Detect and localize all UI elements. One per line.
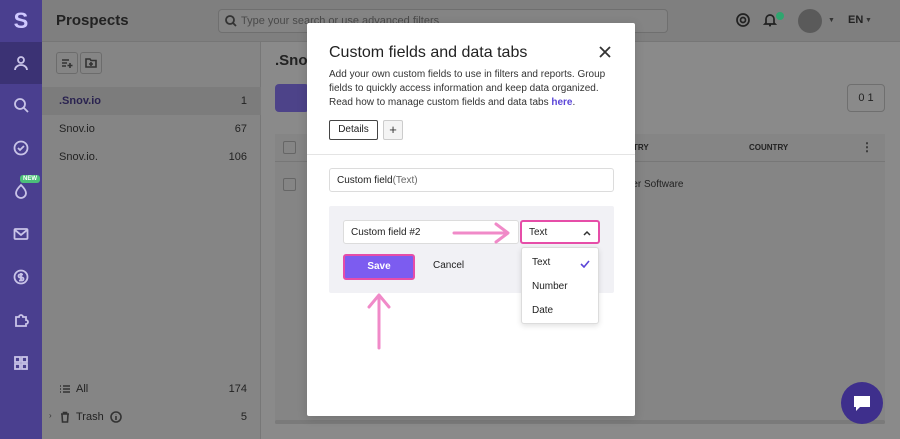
prospects-icon[interactable] xyxy=(0,42,42,84)
page-title: Prospects xyxy=(56,12,129,29)
row-checkbox[interactable] xyxy=(283,178,296,191)
drip-icon[interactable] xyxy=(0,170,42,212)
panel-toolbar xyxy=(56,52,104,77)
chevron-down-icon[interactable]: ▼ xyxy=(828,17,835,24)
tab-details[interactable]: Details xyxy=(329,120,378,140)
custom-field-label: Custom field(Text) xyxy=(337,175,418,186)
selection-count[interactable]: 0 1 xyxy=(847,84,885,112)
field-type-select[interactable]: Text xyxy=(520,220,600,244)
modal-description: Add your own custom fields to use in fil… xyxy=(329,68,619,110)
close-icon[interactable] xyxy=(599,46,611,58)
list-name: Snov.io xyxy=(59,123,95,135)
select-all-checkbox[interactable] xyxy=(283,141,296,154)
field-name: Custom field xyxy=(337,175,393,186)
notification-dot xyxy=(776,12,784,20)
custom-fields-modal: Custom fields and data tabs Add your own… xyxy=(307,23,635,416)
help-link[interactable]: here xyxy=(551,97,572,108)
description-suffix: . xyxy=(572,97,576,108)
save-button[interactable]: Save xyxy=(343,254,415,280)
field-type: (Text) xyxy=(392,175,418,186)
list-icon xyxy=(60,385,70,393)
all-count: 174 xyxy=(228,383,247,395)
add-folder-button[interactable] xyxy=(80,52,102,74)
folder-plus-icon xyxy=(85,58,97,68)
add-list-button[interactable] xyxy=(56,52,78,74)
search-icon[interactable] xyxy=(0,84,42,126)
horizontal-scrollbar[interactable] xyxy=(275,420,885,424)
more-icon[interactable]: ⋮ xyxy=(861,140,873,154)
apps-icon[interactable] xyxy=(0,342,42,384)
trash-item[interactable]: › Trash 5 xyxy=(42,406,261,430)
trash-count: 5 xyxy=(240,411,247,423)
annotation-arrow-up xyxy=(366,292,392,353)
list-item[interactable]: Snov.io. 106 xyxy=(42,143,261,171)
select-button[interactable] xyxy=(275,84,309,112)
modal-title: Custom fields and data tabs xyxy=(329,44,528,61)
check-icon xyxy=(580,257,590,269)
list-item[interactable]: Snov.io 67 xyxy=(42,115,261,143)
column-header[interactable]: TRY xyxy=(633,143,649,152)
selected-type: Text xyxy=(529,227,548,238)
annotation-arrow-right xyxy=(452,222,514,245)
chat-icon xyxy=(854,396,870,411)
search-icon xyxy=(225,15,237,27)
list-count: 1 xyxy=(240,95,247,107)
list-name: Snov.io. xyxy=(59,151,98,163)
list-count: 67 xyxy=(234,123,247,135)
chevron-up-icon xyxy=(583,230,591,236)
trash-label: Trash xyxy=(76,411,104,423)
custom-field-row[interactable]: Custom field(Text) xyxy=(329,168,614,192)
list-count: 106 xyxy=(228,151,247,163)
cancel-button[interactable]: Cancel xyxy=(433,260,464,271)
type-option-number[interactable]: Number xyxy=(532,281,568,292)
puzzle-icon[interactable] xyxy=(0,299,42,341)
type-option-text[interactable]: Text xyxy=(532,257,550,268)
add-tab-button[interactable]: + xyxy=(383,120,403,140)
bell-icon[interactable] xyxy=(762,13,778,27)
check-icon[interactable] xyxy=(0,127,42,169)
chevron-right-icon[interactable]: › xyxy=(49,411,52,420)
chat-button[interactable] xyxy=(841,382,883,424)
all-prospects-item[interactable]: All 174 xyxy=(42,378,261,402)
add-list-icon xyxy=(62,59,73,68)
avatar[interactable] xyxy=(798,9,822,33)
support-icon[interactable] xyxy=(736,13,750,27)
info-icon[interactable] xyxy=(110,411,122,423)
list-name: .Snov.io xyxy=(59,95,101,107)
divider xyxy=(307,154,635,155)
all-label: All xyxy=(76,383,89,395)
list-item[interactable]: .Snov.io 1 xyxy=(42,87,261,115)
chevron-down-icon[interactable]: ▼ xyxy=(865,17,872,24)
lists-panel: .Snov.io 1 Snov.io 67 Snov.io. 106 All 1… xyxy=(42,42,261,439)
type-dropdown: Text Number Date xyxy=(521,247,599,324)
language-selector[interactable]: EN xyxy=(848,14,863,26)
left-rail: S NEW xyxy=(0,0,42,439)
snovio-logo[interactable]: S xyxy=(0,0,42,42)
type-option-date[interactable]: Date xyxy=(532,305,553,316)
column-header[interactable]: COUNTRY xyxy=(749,143,788,152)
trash-icon xyxy=(61,411,69,423)
dollar-icon[interactable] xyxy=(0,256,42,298)
mail-icon[interactable] xyxy=(0,213,42,255)
